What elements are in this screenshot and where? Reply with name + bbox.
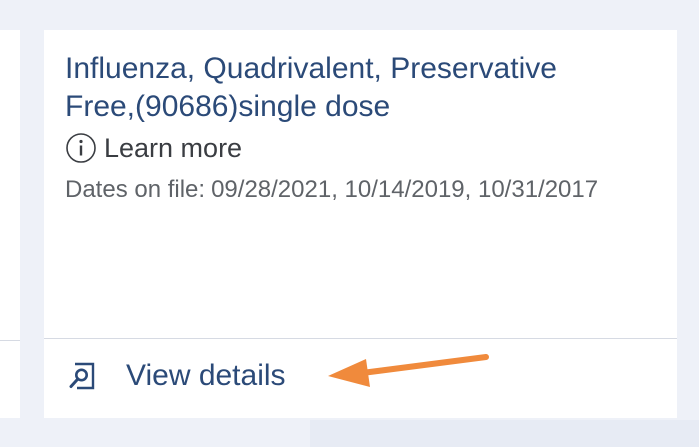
info-icon <box>66 133 96 163</box>
view-details-button[interactable]: View details <box>66 359 286 393</box>
dates-value: 09/28/2021, 10/14/2019, 10/31/2017 <box>211 176 599 203</box>
learn-more-link[interactable]: Learn more <box>65 132 657 164</box>
previous-card-divider <box>0 340 20 341</box>
search-document-icon <box>69 362 95 390</box>
dates-label: Dates on file: <box>65 176 206 203</box>
learn-more-label: Learn more <box>104 132 243 163</box>
dates-on-file: Dates on file: 09/28/2021, 10/14/2019, 10… <box>65 174 625 205</box>
view-details-label: View details <box>126 359 286 392</box>
next-card-edge <box>310 420 699 447</box>
immunization-card-body: Influenza, Quadrivalent, Preservative Fr… <box>44 30 677 205</box>
vaccine-title: Influenza, Quadrivalent, Preservative Fr… <box>65 52 557 123</box>
annotation-arrow <box>328 354 489 387</box>
previous-card-edge <box>0 30 20 418</box>
